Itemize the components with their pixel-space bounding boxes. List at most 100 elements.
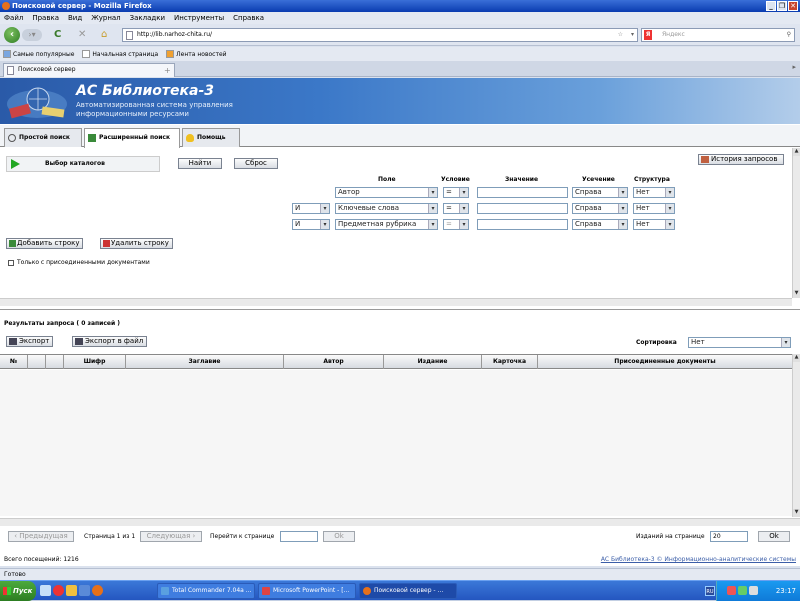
delete-row-button[interactable]: Удалить строку (100, 238, 173, 249)
tab-list-icon[interactable]: ▸ (792, 63, 796, 71)
menu-view[interactable]: Вид (68, 14, 82, 22)
add-row-button[interactable]: Добавить строку (6, 238, 84, 249)
results-horizontal-scrollbar[interactable] (0, 518, 800, 526)
maximize-button[interactable]: ❐ (777, 1, 787, 11)
goto-page-button[interactable]: Ok (323, 531, 355, 542)
browser-tab[interactable]: Поисковой сервер + (3, 63, 175, 77)
reload-icon[interactable]: C (54, 28, 61, 42)
col-field: Поле (378, 176, 396, 183)
start-button[interactable]: Пуск (0, 581, 36, 601)
language-indicator[interactable]: RU (705, 586, 715, 596)
next-page-button[interactable]: Следующая › (140, 531, 202, 542)
tray-app-icon[interactable] (727, 586, 736, 595)
scroll-down-icon[interactable]: ▼ (793, 509, 800, 517)
condition-select[interactable]: = (443, 187, 469, 198)
prev-page-button[interactable]: ‹ Предыдущая (8, 531, 74, 542)
taskbar-item-firefox[interactable]: Поисковой сервер - ... (359, 583, 457, 599)
value-input[interactable] (477, 219, 568, 230)
taskbar-item-powerpoint[interactable]: Microsoft PowerPoint - [... (258, 583, 356, 599)
export-button[interactable]: Экспорт (6, 336, 54, 347)
save-icon[interactable] (79, 585, 90, 596)
catalog-selector[interactable]: Выбор каталогов (6, 156, 160, 172)
logic-select[interactable]: И (292, 219, 330, 230)
scroll-up-icon[interactable]: ▲ (793, 148, 800, 156)
structure-select[interactable]: Нет (633, 203, 675, 214)
copyright-link[interactable]: АС Библиотека-3 © Информационно-аналитич… (601, 556, 796, 563)
menu-file[interactable]: Файл (4, 14, 23, 22)
bookmark-start-page[interactable]: Начальная страница (82, 50, 158, 58)
scroll-up-icon[interactable]: ▲ (793, 354, 800, 362)
panel-horizontal-scrollbar[interactable] (0, 298, 792, 306)
show-desktop-icon[interactable] (40, 585, 51, 596)
bookmark-star-icon[interactable]: ☆ (618, 29, 623, 41)
firefox-icon (363, 587, 371, 595)
header-edition[interactable]: Издание (384, 355, 482, 369)
logic-select[interactable]: И (292, 203, 330, 214)
condition-select[interactable]: = (443, 219, 469, 230)
find-button[interactable]: Найти (178, 158, 222, 169)
taskbar-item-total-commander[interactable]: Total Commander 7.04a ... (157, 583, 255, 599)
structure-select[interactable]: Нет (633, 219, 675, 230)
structure-select[interactable]: Нет (633, 187, 675, 198)
per-page-button[interactable]: Ok (758, 531, 790, 542)
menu-help[interactable]: Справка (233, 14, 264, 22)
field-select[interactable]: Предметная рубрика (335, 219, 438, 230)
home-icon[interactable]: ⌂ (101, 28, 107, 42)
tab-advanced-search[interactable]: Расширенный поиск (84, 128, 180, 148)
menu-bookmarks[interactable]: Закладки (130, 14, 165, 22)
tab-simple-search[interactable]: Простой поиск (4, 128, 82, 147)
header-col2[interactable] (28, 355, 46, 369)
value-input[interactable] (477, 187, 568, 198)
results-vertical-scrollbar[interactable]: ▲ ▼ (792, 354, 800, 517)
scroll-down-icon[interactable]: ▼ (793, 290, 800, 298)
panel-vertical-scrollbar[interactable]: ▲ ▼ (792, 148, 800, 298)
goto-page-input[interactable] (280, 531, 318, 542)
attached-docs-checkbox[interactable]: Только с присоединенными документами (8, 259, 150, 266)
header-number[interactable]: № (0, 355, 28, 369)
tray-app-icon[interactable] (738, 586, 747, 595)
menu-tools[interactable]: Инструменты (174, 14, 224, 22)
export-file-button[interactable]: Экспорт в файл (72, 336, 148, 347)
field-select[interactable]: Автор (335, 187, 438, 198)
menu-edit[interactable]: Правка (32, 14, 59, 22)
search-icon[interactable]: ⚲ (787, 29, 791, 41)
url-dropdown-icon[interactable]: ▾ (631, 29, 634, 41)
tab-help[interactable]: Помощь (182, 128, 240, 147)
search-bar[interactable]: Я Яндекс ⚲ (641, 28, 795, 42)
opera-icon[interactable] (53, 585, 64, 596)
tray-network-icon[interactable] (749, 586, 758, 595)
page-content: АС Библиотека-3 Автоматизированная систе… (0, 78, 800, 566)
condition-select[interactable]: = (443, 203, 469, 214)
yandex-icon[interactable]: Я (644, 30, 652, 40)
header-attached-docs[interactable]: Присоединенные документы (538, 355, 793, 369)
stop-icon[interactable]: ✕ (78, 28, 86, 42)
truncation-select[interactable]: Справа (572, 203, 628, 214)
header-author[interactable]: Автор (284, 355, 384, 369)
menu-history[interactable]: Журнал (91, 14, 120, 22)
sort-select[interactable]: Нет (688, 337, 791, 348)
field-select[interactable]: Ключевые слова (335, 203, 438, 214)
quicklaunch-icon[interactable] (66, 585, 77, 596)
history-button[interactable]: История запросов (698, 154, 784, 165)
bookmark-news-feed[interactable]: Лента новостей (166, 50, 227, 58)
per-page-input[interactable]: 20 (710, 531, 748, 542)
value-input[interactable] (477, 203, 568, 214)
browser-window: Поисковой сервер - Mozilla Firefox _ ❐ ✕… (0, 0, 800, 601)
header-card[interactable]: Карточка (482, 355, 538, 369)
bookmark-popular[interactable]: Самые популярные (3, 50, 74, 58)
firefox-icon[interactable] (92, 585, 103, 596)
new-tab-icon[interactable]: + (164, 65, 171, 77)
url-bar[interactable]: http://lib.narhoz-chita.ru/ ☆ ▾ (122, 28, 638, 42)
library-logo (7, 87, 67, 119)
header-title[interactable]: Заглавие (126, 355, 284, 369)
header-code[interactable]: Шифр (64, 355, 126, 369)
forward-icon[interactable]: ›▾ (22, 29, 42, 41)
header-col3[interactable] (46, 355, 64, 369)
close-button[interactable]: ✕ (788, 1, 798, 11)
reset-button[interactable]: Сброс (234, 158, 278, 169)
minimize-button[interactable]: _ (766, 1, 776, 11)
truncation-select[interactable]: Справа (572, 219, 628, 230)
truncation-select[interactable]: Справа (572, 187, 628, 198)
checkbox-box[interactable] (8, 259, 14, 266)
back-icon[interactable]: ‹ (4, 27, 20, 43)
